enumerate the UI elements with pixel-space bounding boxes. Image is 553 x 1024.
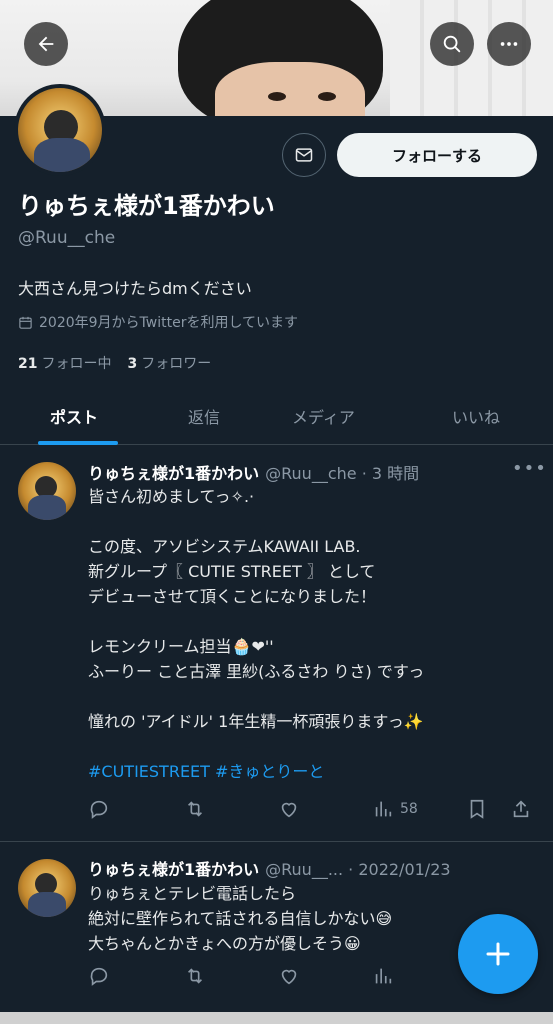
bookmark-icon: [470, 799, 484, 819]
tab-likes[interactable]: いいね: [452, 404, 500, 428]
post-more-button[interactable]: •••: [512, 458, 547, 479]
post-line: ふーりー こと古澤 里紗(ふるさわ りさ) ですっ: [88, 662, 425, 681]
post-meta: @Ruu__... · 2022/01/23: [265, 860, 451, 879]
more-horizontal-icon: [500, 42, 518, 46]
views-button[interactable]: 58: [372, 798, 418, 820]
post-line: 絶対に壁作られて話される自信しかない😅: [88, 909, 393, 928]
views-icon: [375, 801, 392, 817]
profile-handle: @Ruu__che: [18, 228, 116, 248]
following-label: フォロー中: [41, 356, 112, 372]
retweet-button[interactable]: [184, 798, 206, 820]
heart-icon: [281, 969, 297, 985]
more-button[interactable]: [487, 22, 531, 66]
follow-stats: 21 フォロー中 3 フォロワー: [18, 353, 211, 373]
post-header: りゅちぇ様が1番かわい @Ruu__che · 3 時間: [88, 460, 419, 484]
share-button[interactable]: [510, 798, 532, 820]
following-link[interactable]: 21 フォロー中: [18, 353, 111, 373]
profile-name: りゅちぇ様が1番かわい: [18, 192, 275, 220]
post-line: 憧れの 'アイドル' 1年生精一杯頑張りますっ✨: [88, 712, 424, 731]
joined-date: 2020年9月からTwitterを利用しています: [18, 312, 298, 332]
retweet-icon: [187, 968, 203, 984]
banner-background: [390, 0, 553, 116]
post-line: レモンクリーム担当🧁❤'': [88, 637, 274, 656]
like-button[interactable]: [278, 798, 300, 820]
follow-button[interactable]: フォローする: [337, 133, 537, 177]
reply-button[interactable]: [88, 798, 110, 820]
active-tab-indicator: [38, 441, 118, 445]
post-actions: 58: [88, 798, 538, 828]
calendar-icon: [19, 316, 32, 329]
post-line: [88, 509, 528, 534]
post-author-name[interactable]: りゅちぇ様が1番かわい: [88, 460, 259, 484]
followers-label: フォロワー: [141, 356, 212, 372]
retweet-icon: [187, 801, 203, 817]
back-button[interactable]: [24, 22, 68, 66]
retweet-button[interactable]: [184, 965, 206, 987]
post-header: りゅちぇ様が1番かわい @Ruu__... · 2022/01/23: [88, 856, 451, 880]
bottom-edge: [0, 1012, 553, 1024]
post-text: 皆さん初めましてっ✧.· この度、アソビシステムKAWAII LAB. 新グルー…: [88, 484, 528, 784]
post-card[interactable]: りゅちぇ様が1番かわい @Ruu__che · 3 時間 ••• 皆さん初めまし…: [0, 446, 553, 842]
arrow-left-icon: [38, 36, 54, 52]
post-author-name[interactable]: りゅちぇ様が1番かわい: [88, 856, 259, 880]
heart-icon: [281, 802, 297, 818]
bookmark-button[interactable]: [466, 798, 488, 820]
post-avatar[interactable]: [18, 462, 76, 520]
tab-replies[interactable]: 返信: [188, 404, 220, 428]
post-line: 皆さん初めましてっ✧.·: [88, 487, 255, 506]
views-button[interactable]: [372, 965, 394, 987]
post-line: [88, 734, 528, 759]
views-count: 58: [400, 801, 418, 817]
post-line: デビューさせて頂くことになりました！: [88, 587, 377, 606]
mail-icon: [295, 148, 313, 162]
post-line: [88, 684, 528, 709]
search-icon: [443, 35, 461, 53]
profile-tabs: ポスト 返信 メディア いいね: [0, 388, 553, 445]
post-hashtags[interactable]: #CUTIESTREET #きゅとりーと: [88, 759, 528, 784]
message-button[interactable]: [282, 133, 326, 177]
post-line: [88, 609, 528, 634]
following-count: 21: [18, 356, 38, 372]
post-line: 新グループ〖 CUTIE STREET 〗 として: [88, 562, 376, 581]
reply-icon: [90, 800, 108, 819]
reply-icon: [90, 967, 108, 986]
search-button[interactable]: [430, 22, 474, 66]
compose-button[interactable]: [458, 914, 538, 994]
followers-link[interactable]: 3 フォロワー: [127, 353, 211, 373]
followers-count: 3: [127, 356, 138, 372]
plus-icon: [486, 942, 510, 966]
post-meta: @Ruu__che · 3 時間: [265, 464, 420, 483]
tab-posts[interactable]: ポスト: [50, 404, 98, 428]
tab-media[interactable]: メディア: [292, 404, 355, 428]
reply-button[interactable]: [88, 965, 110, 987]
post-avatar[interactable]: [18, 859, 76, 917]
post-line: この度、アソビシステムKAWAII LAB.: [88, 537, 361, 556]
profile-bio: 大西さん見つけたらdmください: [18, 279, 252, 298]
share-icon: [513, 800, 529, 818]
like-button[interactable]: [278, 965, 300, 987]
profile-avatar[interactable]: [14, 84, 106, 176]
post-line: りゅちぇとテレビ電話したら: [88, 884, 297, 903]
joined-text: 2020年9月からTwitterを利用しています: [39, 315, 299, 331]
views-icon: [375, 968, 392, 984]
